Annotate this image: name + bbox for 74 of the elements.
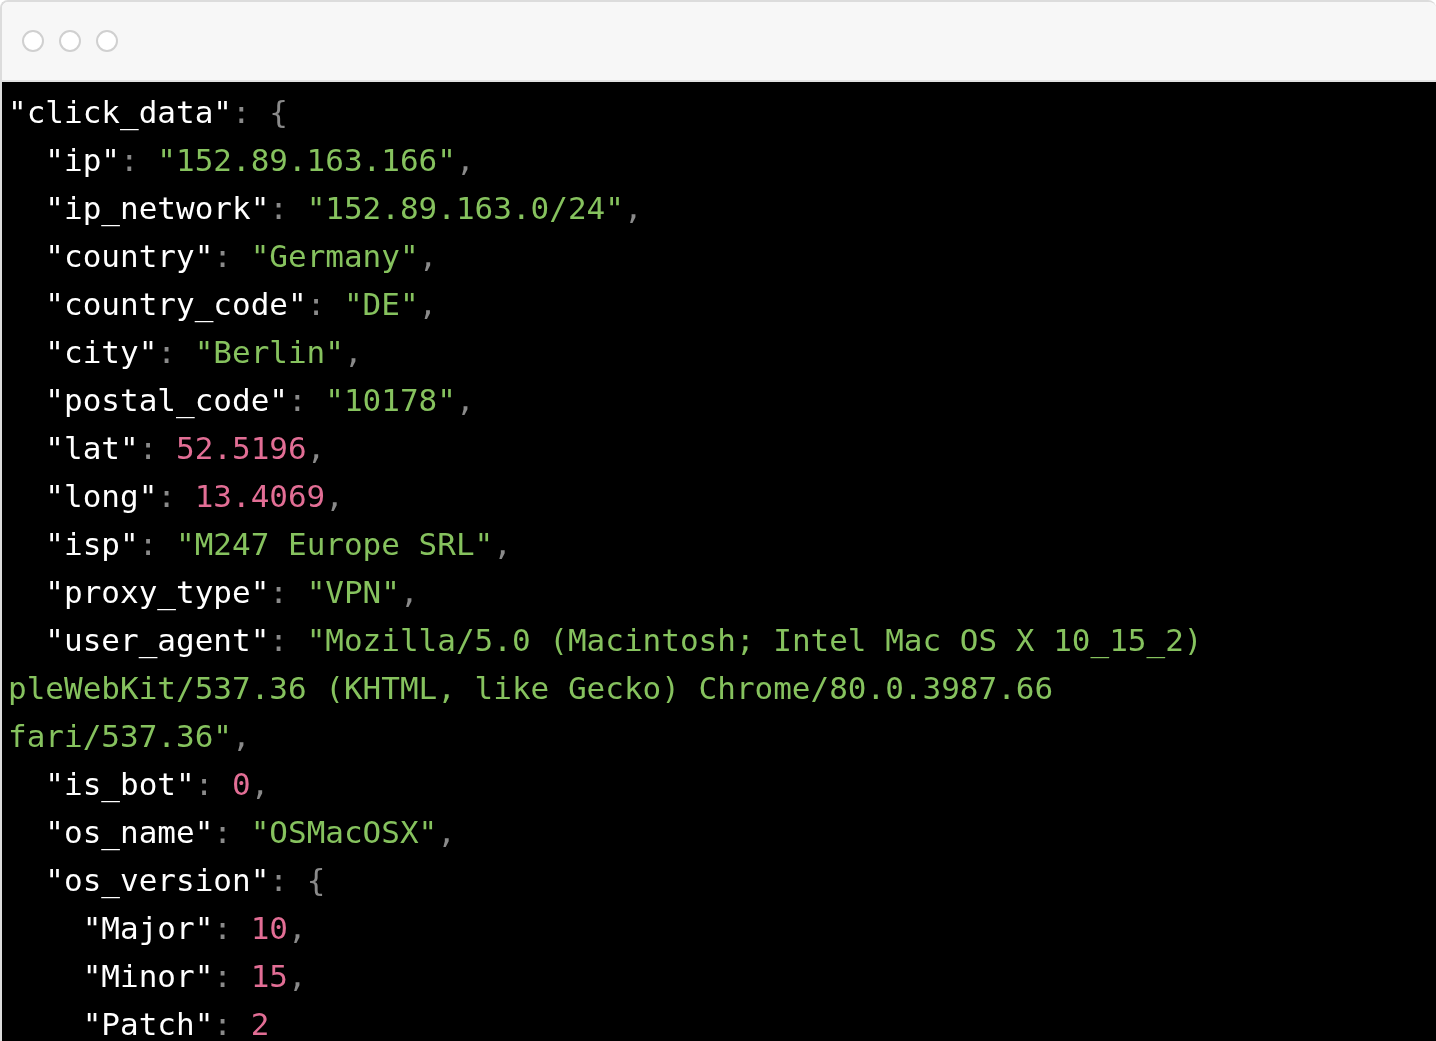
punctuation: , xyxy=(343,334,363,370)
json-string: "10178" xyxy=(325,382,456,418)
json-key: "is_bot" xyxy=(8,766,195,802)
json-number: 2 xyxy=(250,1006,270,1041)
window-control-icon[interactable] xyxy=(96,30,118,52)
punctuation: : xyxy=(157,334,177,370)
json-string: "VPN" xyxy=(306,574,400,610)
json-key: "country_code" xyxy=(8,286,307,322)
json-string: "DE" xyxy=(343,286,419,322)
json-string: "M247 Europe SRL" xyxy=(176,526,494,562)
json-key: "country" xyxy=(8,238,214,274)
json-key: "os_version" xyxy=(8,862,270,898)
punctuation: : xyxy=(269,622,289,658)
punctuation: , xyxy=(418,286,438,322)
json-key: "ip_network" xyxy=(8,190,270,226)
punctuation: : xyxy=(157,478,177,514)
punctuation: , xyxy=(399,574,419,610)
json-key: "lat" xyxy=(8,430,139,466)
punctuation: : xyxy=(306,286,327,322)
punctuation: : xyxy=(269,862,289,898)
json-string: "152.89.163.166" xyxy=(157,142,456,178)
json-number: 0 xyxy=(231,766,251,802)
punctuation: , xyxy=(287,958,307,994)
json-number: 52.5196 xyxy=(176,430,307,466)
json-key: "Patch" xyxy=(8,1006,214,1041)
json-key: "proxy_type" xyxy=(8,574,270,610)
json-number: 13.4069 xyxy=(194,478,326,514)
brace: { xyxy=(269,94,288,130)
window-control-icon[interactable] xyxy=(22,30,44,52)
punctuation: , xyxy=(455,382,475,418)
json-key: "os_name" xyxy=(8,814,214,850)
punctuation: : xyxy=(231,94,252,130)
punctuation: , xyxy=(306,430,326,466)
json-key: "city" xyxy=(8,334,158,370)
brace: { xyxy=(306,862,326,898)
json-number: 15 xyxy=(250,958,288,994)
punctuation: , xyxy=(250,766,270,802)
punctuation: : xyxy=(287,382,308,418)
json-key: "long" xyxy=(8,478,158,514)
punctuation: , xyxy=(493,526,512,562)
punctuation: : xyxy=(213,238,233,274)
punctuation: : xyxy=(194,766,215,802)
json-string: "Germany" xyxy=(250,238,419,274)
punctuation: , xyxy=(455,142,475,178)
punctuation: , xyxy=(623,190,643,226)
punctuation: : xyxy=(269,190,289,226)
punctuation: , xyxy=(325,478,344,514)
punctuation: : xyxy=(213,958,233,994)
json-number: 10 xyxy=(250,910,288,946)
punctuation: : xyxy=(120,142,140,178)
json-key: "Major" xyxy=(8,910,214,946)
punctuation: , xyxy=(437,814,456,850)
json-key: "user_agent" xyxy=(8,622,270,658)
punctuation: : xyxy=(138,526,159,562)
json-key: "ip" xyxy=(8,142,120,178)
json-key: "click_data" xyxy=(8,94,232,130)
punctuation: : xyxy=(213,910,233,946)
json-string: "152.89.163.0/24" xyxy=(306,190,624,226)
punctuation: , xyxy=(231,718,251,754)
json-string: fari/537.36" xyxy=(8,718,232,754)
json-string: "Berlin" xyxy=(194,334,344,370)
punctuation: : xyxy=(138,430,159,466)
punctuation: , xyxy=(418,238,438,274)
json-string: "Mozilla/5.0 (Macintosh; Intel Mac OS X 10_15_2) xyxy=(306,622,1203,658)
punctuation: , xyxy=(287,910,307,946)
punctuation: : xyxy=(213,814,233,850)
json-key: "postal_code" xyxy=(8,382,288,418)
json-string: pleWebKit/537.36 (KHTML, like Gecko) Chrome/80.0.3987.66 xyxy=(8,670,1054,706)
json-key: "Minor" xyxy=(8,958,214,994)
punctuation: : xyxy=(213,1006,233,1041)
punctuation: : xyxy=(269,574,289,610)
window-control-icon[interactable] xyxy=(59,30,81,52)
json-key: "isp" xyxy=(8,526,139,562)
json-string: "OSMacOSX" xyxy=(250,814,438,850)
